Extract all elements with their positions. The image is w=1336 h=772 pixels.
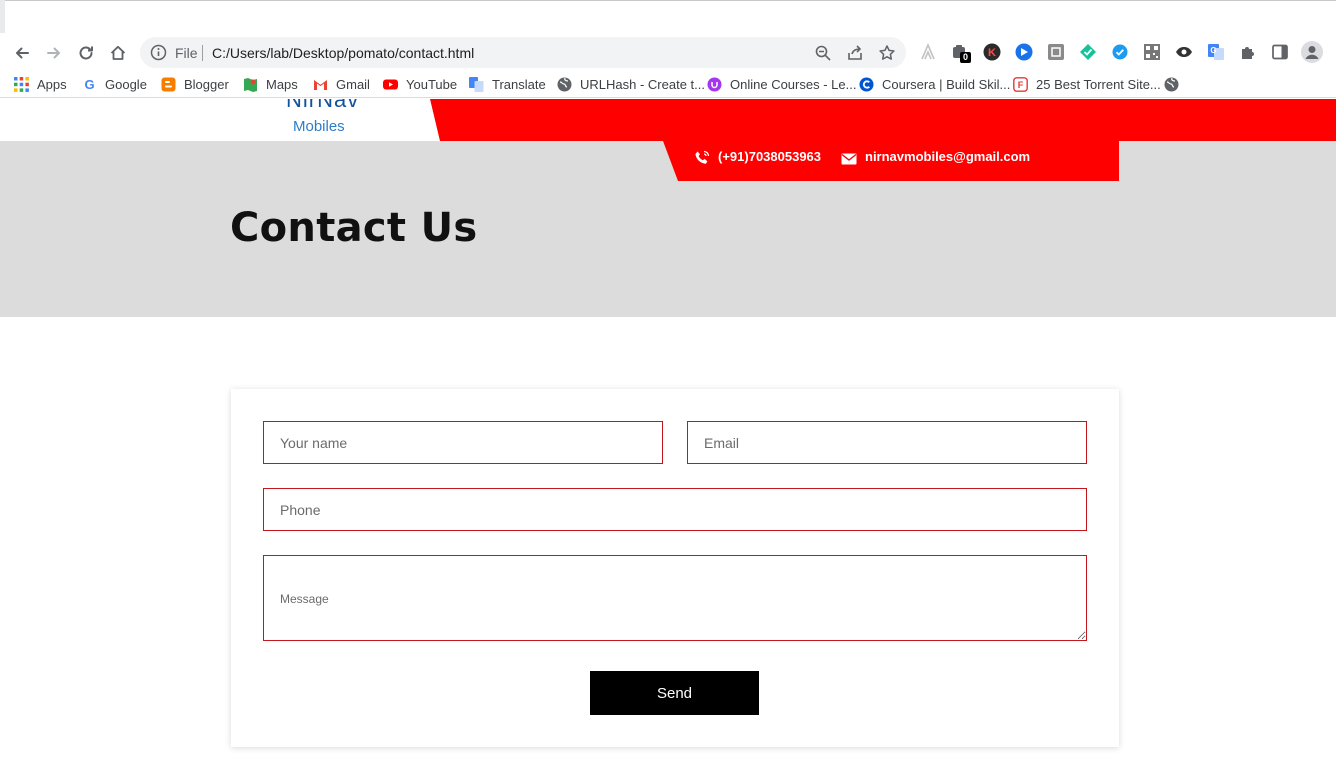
extension-badge: 0 — [960, 52, 972, 63]
svg-text:G: G — [84, 77, 94, 92]
back-arrow-icon — [16, 47, 29, 59]
tab-edge — [0, 0, 5, 33]
bookmark-label: Online Courses - Le... — [730, 76, 857, 92]
extension-k-icon[interactable]: K — [983, 43, 1001, 61]
bookmark-youtube[interactable]: YouTube — [383, 76, 457, 92]
maps-icon — [243, 77, 258, 92]
address-bar[interactable]: File C:/Users/lab/Desktop/pomato/contact… — [140, 37, 906, 68]
bookmark-torrent[interactable]: F 25 Best Torrent Site... — [1013, 76, 1161, 92]
logo-area — [0, 99, 440, 141]
name-input[interactable] — [263, 421, 663, 464]
extension-a-icon[interactable] — [919, 43, 937, 61]
page-banner: Contact Us — [0, 141, 1336, 317]
extension-play-icon[interactable] — [1015, 43, 1033, 61]
bookmark-star-icon[interactable] — [878, 44, 896, 62]
globe-icon — [557, 77, 572, 92]
share-icon[interactable] — [846, 44, 864, 62]
forward-arrow-icon — [47, 47, 60, 59]
send-button[interactable]: Send — [590, 671, 759, 715]
extensions-puzzle-icon[interactable] — [1239, 43, 1257, 61]
bookmark-globe[interactable] — [1164, 76, 1179, 92]
url-text[interactable]: C:/Users/lab/Desktop/pomato/contact.html — [212, 45, 474, 61]
translate-icon — [469, 76, 484, 92]
contact-phone[interactable]: (+91)7038053963 — [718, 149, 821, 164]
bookmark-google[interactable]: G Google — [82, 76, 147, 92]
bookmark-label: Blogger — [184, 76, 229, 92]
svg-text:G: G — [1210, 46, 1216, 55]
torrent-icon: F — [1013, 76, 1028, 92]
address-separator — [202, 45, 203, 61]
extension-eye-icon[interactable] — [1175, 43, 1193, 61]
extension-badge-icon[interactable]: 0 — [951, 43, 972, 63]
page-title: Contact Us — [230, 205, 478, 251]
apps-grid-icon — [14, 76, 29, 92]
bookmark-blogger[interactable]: Blogger — [161, 76, 229, 92]
bookmark-label: Maps — [266, 76, 298, 92]
bookmark-translate[interactable]: Translate — [469, 76, 546, 92]
window-top-border — [0, 0, 1336, 1]
bookmark-gmail[interactable]: Gmail — [313, 76, 370, 92]
contact-info-strip: (+91)7038053963 nirnavmobiles@gmail.com — [663, 141, 1119, 181]
svg-text:K: K — [988, 47, 996, 59]
email-input[interactable] — [687, 421, 1087, 464]
header-accent-band — [430, 99, 1336, 141]
logo-title[interactable]: NirNav — [286, 99, 359, 113]
logo-subtitle[interactable]: Mobiles — [293, 118, 345, 135]
bookmark-label: Coursera | Build Skil... — [882, 76, 1011, 92]
side-panel-icon[interactable] — [1271, 43, 1289, 61]
udemy-icon — [707, 77, 722, 92]
envelope-icon — [841, 153, 857, 165]
blogger-icon — [161, 77, 176, 92]
bookmark-udemy[interactable]: Online Courses - Le... — [707, 76, 856, 92]
back-button[interactable] — [9, 40, 35, 66]
extension-check-icon[interactable] — [1079, 43, 1097, 61]
bookmark-coursera[interactable]: Coursera | Build Skil... — [859, 76, 1010, 92]
contact-email[interactable]: nirnavmobiles@gmail.com — [865, 149, 1030, 164]
page-viewport: NirNav Mobiles Contact Us (+91)703805396… — [0, 99, 1336, 772]
bookmark-label: URLHash - Create t... — [580, 76, 705, 92]
extension-verified-icon[interactable] — [1111, 43, 1129, 61]
globe-icon — [1164, 77, 1179, 92]
file-scheme-label: File — [175, 45, 198, 61]
site-header: NirNav Mobiles — [0, 99, 1336, 141]
contact-form: Send — [231, 389, 1119, 747]
bookmark-urlhash[interactable]: URLHash - Create t... — [557, 76, 705, 92]
reload-icon — [79, 46, 93, 60]
bookmark-label: YouTube — [406, 76, 458, 92]
bookmark-label: Google — [105, 76, 147, 92]
phone-input[interactable] — [263, 488, 1087, 531]
zoom-icon[interactable] — [814, 44, 832, 62]
phone-icon — [695, 150, 710, 164]
coursera-icon — [859, 77, 874, 92]
home-icon — [110, 45, 126, 60]
bookmark-label: Apps — [37, 76, 67, 92]
bookmark-maps[interactable]: Maps — [243, 76, 298, 92]
extension-cube-icon[interactable] — [1047, 43, 1065, 61]
extension-qr-icon[interactable] — [1143, 43, 1161, 61]
reload-button[interactable] — [73, 40, 99, 66]
youtube-icon — [383, 77, 398, 92]
bookmark-label: 25 Best Torrent Site... — [1036, 76, 1161, 92]
bookmarks-bar: Apps G Google Blogger Maps Gmail YouTube — [0, 70, 1336, 98]
google-icon: G — [82, 77, 97, 92]
bookmark-label: Gmail — [336, 76, 370, 92]
extension-translate-icon[interactable]: G — [1207, 43, 1225, 61]
bookmark-label: Translate — [492, 76, 546, 92]
forward-button[interactable] — [41, 40, 67, 66]
gmail-icon — [313, 77, 328, 92]
profile-avatar-icon[interactable] — [1301, 41, 1323, 63]
svg-text:F: F — [1018, 80, 1024, 90]
site-info-icon[interactable] — [150, 44, 167, 61]
browser-toolbar: File C:/Users/lab/Desktop/pomato/contact… — [0, 36, 1336, 70]
message-textarea[interactable] — [263, 555, 1087, 641]
home-button[interactable] — [105, 40, 131, 66]
bookmark-apps[interactable]: Apps — [14, 76, 67, 92]
tab-strip — [0, 0, 1336, 36]
